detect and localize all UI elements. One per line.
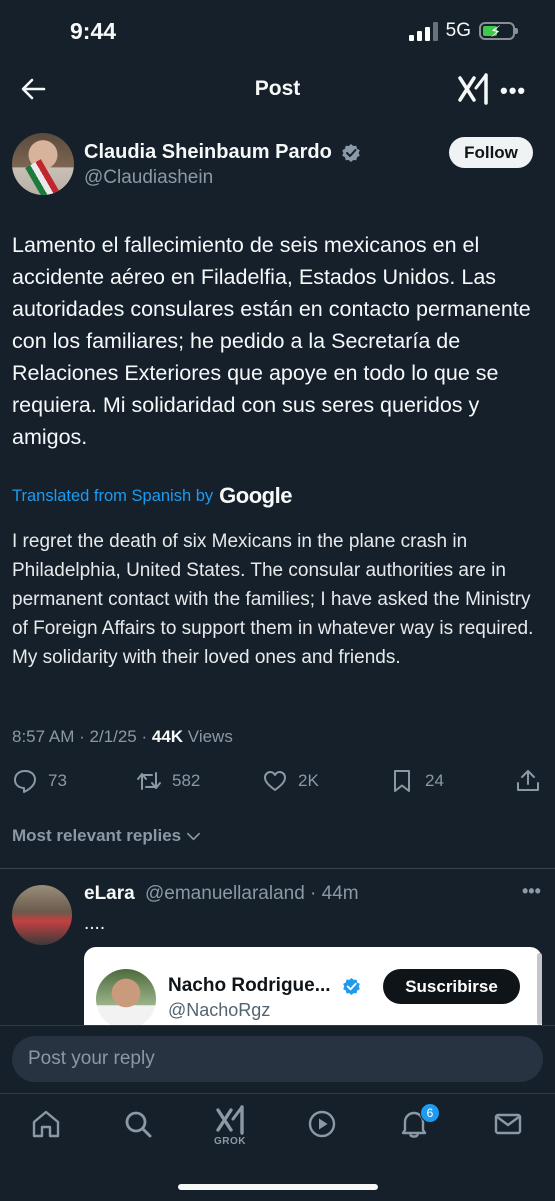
post-time: 8:57 AM (12, 727, 75, 746)
embed-handle: @NachoRgz (168, 1000, 271, 1020)
nav-search[interactable] (122, 1108, 154, 1140)
bookmark-count: 24 (425, 771, 444, 790)
reply-author-name[interactable]: eLara (84, 883, 135, 905)
grok-icon[interactable] (456, 72, 490, 106)
embed-name: Nacho Rodrigue... (168, 975, 331, 996)
nav-home[interactable] (30, 1108, 62, 1140)
repost-count: 582 (172, 771, 201, 790)
verified-badge-icon (342, 144, 360, 162)
reply-action[interactable]: 73 (12, 768, 67, 794)
post-date: 2/1/25 (89, 727, 137, 746)
share-action[interactable] (515, 768, 541, 794)
subscribe-button[interactable]: Suscribirse (383, 969, 520, 1004)
scrollbar[interactable] (537, 953, 542, 1025)
reply-author-handle[interactable]: @emanuellaraland · 44m (145, 883, 359, 905)
author-avatar[interactable] (12, 133, 74, 195)
status-time: 9:44 (70, 18, 117, 44)
grok-nav-label: GROK (214, 1136, 246, 1147)
status-indicators: 5G ⚡ (408, 20, 518, 42)
bookmark-icon (394, 770, 410, 792)
post-meta: 8:57 AM · 2/1/25 · 44K Views (12, 727, 233, 746)
search-icon (125, 1111, 152, 1138)
reply-text: .... (84, 913, 106, 934)
signal-icon (408, 21, 438, 41)
translation-attribution[interactable]: Translated from Spanish by Google (12, 483, 292, 509)
replies-sort-label: Most relevant replies (12, 826, 182, 845)
follow-button[interactable]: Follow (449, 137, 533, 168)
reply-more-icon[interactable]: ••• (522, 881, 541, 902)
author-handle[interactable]: @Claudiashein (84, 167, 213, 189)
divider (0, 868, 555, 869)
battery-icon: ⚡ (479, 22, 518, 41)
translated-text: I regret the death of six Mexicans in th… (12, 531, 534, 668)
nav-messages[interactable] (492, 1108, 524, 1140)
reply-input[interactable] (12, 1036, 543, 1082)
mail-icon (494, 1113, 522, 1135)
post-text: Lamento el fallecimiento de seis mexican… (12, 233, 531, 449)
more-options-icon[interactable]: ••• (500, 78, 526, 104)
translated-label: Translated from Spanish by (12, 486, 214, 505)
bookmark-action[interactable]: 24 (389, 768, 444, 794)
heart-icon (264, 771, 286, 791)
grok-icon (216, 1105, 244, 1135)
like-action[interactable]: 2K (262, 768, 319, 794)
play-icon (308, 1110, 336, 1138)
home-icon (32, 1110, 60, 1138)
reply-avatar[interactable] (12, 885, 72, 945)
reply-count: 73 (48, 771, 67, 790)
like-count: 2K (298, 771, 319, 790)
notification-badge: 6 (420, 1103, 440, 1123)
embed-avatar (96, 969, 156, 1029)
share-icon (517, 770, 539, 791)
repost-action[interactable]: 582 (136, 768, 200, 794)
nav-grok[interactable] (214, 1104, 246, 1136)
views-count: 44K (151, 727, 184, 746)
reply-icon (14, 770, 36, 793)
google-logo: Google (219, 483, 292, 508)
views-label: Views (187, 727, 233, 746)
replies-sort-dropdown[interactable]: Most relevant replies (12, 826, 201, 846)
repost-icon (137, 772, 161, 790)
network-label: 5G (445, 20, 471, 41)
nav-video[interactable] (306, 1108, 338, 1140)
author-name[interactable]: Claudia Sheinbaum Pardo (84, 141, 332, 164)
verified-badge-icon (343, 977, 360, 996)
home-indicator[interactable] (178, 1184, 378, 1190)
chevron-down-icon (186, 832, 200, 841)
